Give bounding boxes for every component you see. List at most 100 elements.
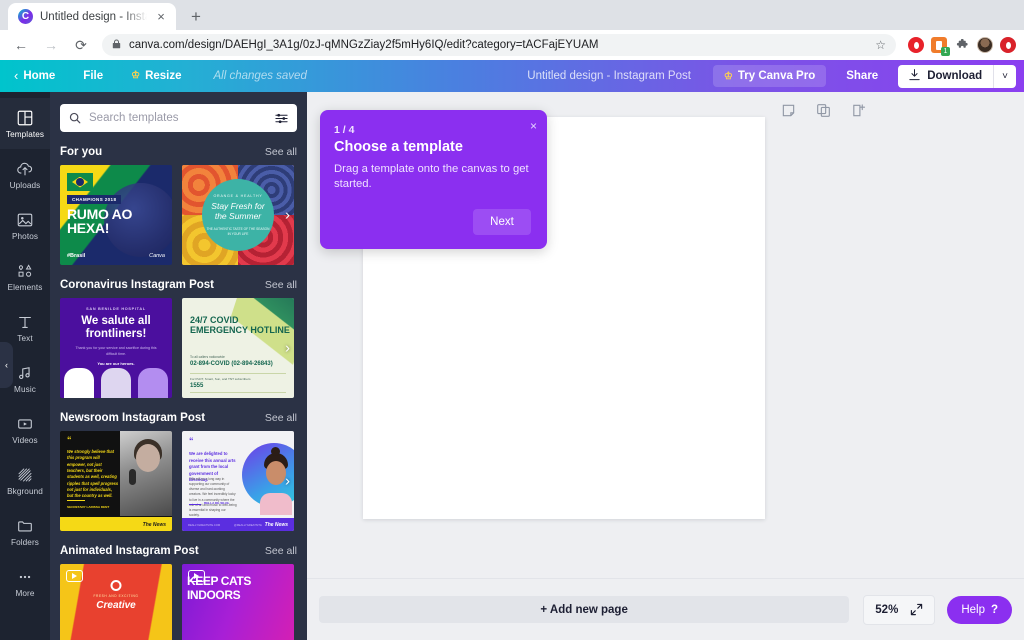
new-tab-button[interactable]: + [182, 3, 210, 30]
text-icon [16, 313, 34, 331]
section-title: Animated Instagram Post [60, 545, 199, 557]
close-icon[interactable]: × [530, 120, 537, 132]
template-card-row: SAN BENILDE HOSPITAL We salute all front… [60, 298, 297, 398]
sidebar-item-videos[interactable]: Videos [0, 404, 50, 455]
sidebar-item-folders[interactable]: Folders [0, 506, 50, 557]
templates-icon [16, 109, 34, 127]
template-card[interactable]: KEEP CATS INDOORS [182, 564, 294, 640]
folder-icon [16, 517, 34, 535]
template-card[interactable]: SAN BENILDE HOSPITAL We salute all front… [60, 298, 172, 398]
card-kicker: FRESH AND EXCITING [60, 594, 172, 598]
card-title-line2: INDOORS [187, 588, 240, 602]
help-button[interactable]: Help ? [947, 596, 1012, 624]
search-input[interactable]: Search templates [60, 104, 297, 132]
opera-gx-icon[interactable] [1000, 37, 1016, 53]
download-button-group: Download ˅ [898, 65, 1016, 88]
canvas-page-tools [781, 103, 866, 118]
sidebar-label: Text [17, 334, 32, 343]
bookmark-star-icon[interactable]: ☆ [875, 38, 886, 52]
reload-icon[interactable]: ⟳ [68, 32, 94, 58]
card-subtitle: THE AUTHENTIC TASTE OF THE SEASON IN YOU… [206, 227, 270, 237]
sidebar-item-elements[interactable]: Elements [0, 251, 50, 302]
save-status: All changes saved [196, 70, 307, 82]
section-animated: Animated Instagram Post See all FRESH AN… [50, 545, 307, 640]
sidebar-item-templates[interactable]: Templates [0, 98, 50, 149]
download-button[interactable]: Download [898, 65, 993, 88]
duplicate-page-icon[interactable] [816, 103, 831, 118]
resize-button[interactable]: ♔ Resize [117, 60, 195, 92]
see-all-link[interactable]: See all [265, 545, 297, 557]
notes-icon[interactable] [781, 103, 796, 118]
sidebar-item-bkground[interactable]: Bkground [0, 455, 50, 506]
person-bun [271, 447, 280, 456]
sidebar-item-photos[interactable]: Photos [0, 200, 50, 251]
forward-icon[interactable]: → [38, 32, 64, 58]
template-card[interactable]: 24/7 COVID EMERGENCY HOTLINE To all call… [182, 298, 294, 398]
sidebar-item-uploads[interactable]: Uploads [0, 149, 50, 200]
carousel-next-icon[interactable]: › [285, 340, 290, 357]
template-card[interactable]: CHAMPIONS 2018 RUMO AO HEXA! #Brasil Can… [60, 165, 172, 265]
download-icon [909, 69, 920, 84]
card-logo: The News [265, 522, 288, 528]
reporter-head [136, 444, 160, 472]
address-bar[interactable]: canva.com/design/DAEHgI_3A1g/0zJ-qMNGzZi… [102, 34, 896, 56]
close-icon[interactable]: × [154, 10, 168, 23]
add-page-icon[interactable] [851, 103, 866, 118]
template-card[interactable]: “ We are delighted to receive this annua… [182, 431, 294, 531]
profile-avatar[interactable] [977, 37, 993, 53]
url-text: canva.com/design/DAEHgI_3A1g/0zJ-qMNGzZi… [129, 39, 867, 51]
see-all-link[interactable]: See all [265, 412, 297, 424]
tooltip-step-counter: 1 / 4 [334, 124, 531, 136]
zoom-value: 52% [875, 604, 898, 616]
card-number: 02-894-COVID (02-894-26843) [190, 361, 273, 367]
template-card[interactable]: “ We strongly believe that this program … [60, 431, 172, 531]
share-button[interactable]: Share [834, 65, 890, 87]
section-header: Coronavirus Instagram Post See all [60, 279, 297, 291]
tooltip-body: Drag a template onto the canvas to get s… [334, 162, 531, 193]
shapes-icon [16, 262, 34, 280]
file-menu-button[interactable]: File [69, 60, 117, 92]
browser-tab-title: Untitled design - Instagram Po [40, 11, 147, 23]
file-label: File [83, 60, 103, 92]
sidebar-label: Music [14, 385, 36, 394]
tooltip-next-button[interactable]: Next [473, 209, 531, 235]
see-all-link[interactable]: See all [265, 279, 297, 291]
card-kicker: SAN BENILDE HOSPITAL [60, 307, 172, 311]
card-title: Creative [60, 600, 172, 611]
try-canva-pro-button[interactable]: ♔ Try Canva Pro [713, 65, 826, 87]
chevron-down-icon[interactable]: ˅ [993, 65, 1016, 88]
resize-label: Resize [145, 60, 181, 92]
divider [67, 500, 85, 501]
zoom-control[interactable]: 52% [863, 595, 935, 625]
templates-scroll-area[interactable]: For you See all CHAMPIONS 2018 RUMO AO H… [50, 132, 307, 640]
carousel-next-icon[interactable]: › [285, 207, 290, 224]
carousel-next-icon[interactable]: › [285, 473, 290, 490]
frontliner-figure [138, 368, 168, 398]
filter-sliders-icon[interactable] [275, 112, 288, 125]
back-icon[interactable]: ← [8, 32, 34, 58]
section-coronavirus: Coronavirus Instagram Post See all SAN B… [50, 279, 307, 398]
sidebar-item-more[interactable]: More [0, 557, 50, 608]
template-card-row: FRESH AND EXCITING Creative KEEP CATS IN… [60, 564, 297, 640]
lock-icon [112, 39, 121, 51]
crown-icon: ♔ [724, 71, 733, 82]
browser-tab[interactable]: C Untitled design - Instagram Po × [8, 3, 176, 30]
puzzle-icon[interactable] [954, 37, 970, 53]
section-header: For you See all [60, 146, 297, 158]
home-button[interactable]: ‹ Home [10, 60, 69, 92]
canva-editor-window: C Untitled design - Instagram Po × + ← →… [0, 0, 1024, 640]
card-title: 24/7 COVID EMERGENCY HOTLINE [190, 315, 294, 335]
section-title: Coronavirus Instagram Post [60, 279, 214, 291]
opera-icon[interactable] [908, 37, 924, 53]
see-all-link[interactable]: See all [265, 146, 297, 158]
card-emblem [111, 580, 122, 591]
template-card[interactable]: FRESH AND EXCITING Creative [60, 564, 172, 640]
panel-collapse-button[interactable]: ‹ [0, 342, 13, 388]
add-new-page-button[interactable]: + Add new page [319, 596, 849, 623]
orange-extension-icon[interactable]: 1 [931, 37, 947, 53]
expand-icon[interactable] [910, 603, 923, 616]
template-card[interactable]: ORANGE & HEALTHY Stay Fresh for the Summ… [182, 165, 294, 265]
card-overlay-circle: ORANGE & HEALTHY Stay Fresh for the Summ… [202, 179, 274, 251]
section-for-you: For you See all CHAMPIONS 2018 RUMO AO H… [50, 146, 307, 265]
document-title[interactable]: Untitled design - Instagram Post [527, 70, 713, 82]
